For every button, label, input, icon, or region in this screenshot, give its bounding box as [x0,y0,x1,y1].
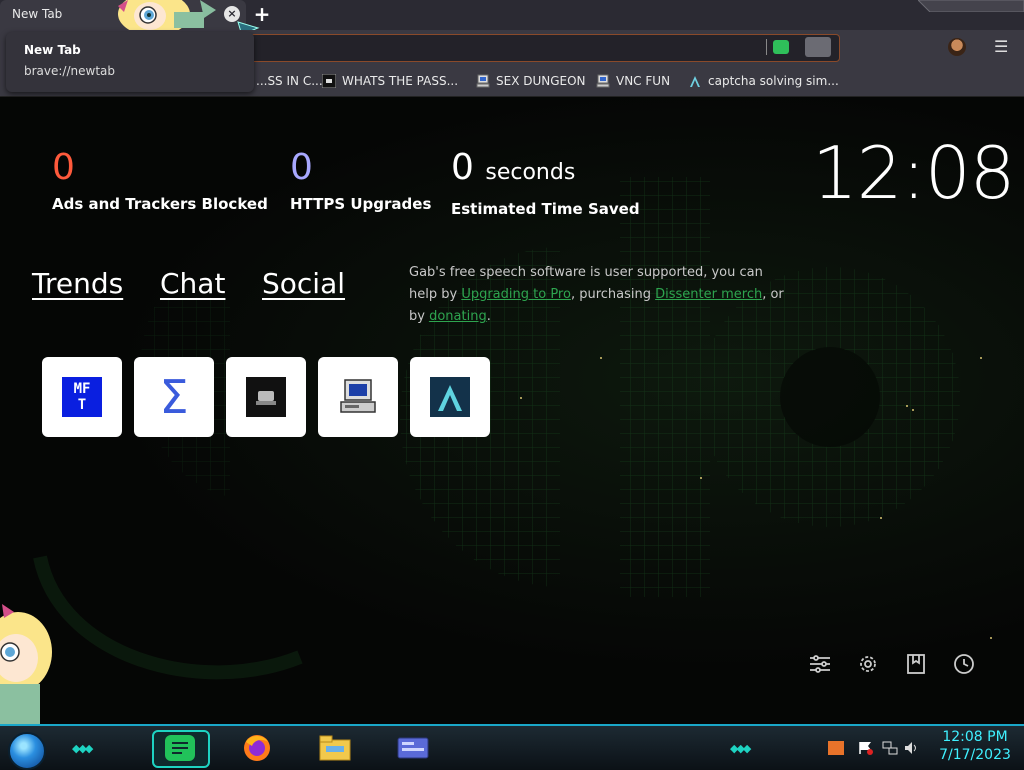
new-tab-button[interactable]: + [252,4,272,24]
mascot-sticker-left [0,604,52,724]
top-site-tile-monitor[interactable] [226,357,306,437]
computer-logo-icon [340,379,376,413]
notification-tray-icon[interactable] [828,741,844,755]
monitor-icon [322,74,336,88]
trends-link[interactable]: Trends [32,267,123,300]
tab-new-tab[interactable]: New Tab × [0,0,246,30]
url-separator [766,39,767,55]
bookmark-label: ...SS IN C... [256,74,323,88]
history-icon[interactable] [952,652,976,676]
captcha-logo-icon [430,377,470,417]
bookmark-item[interactable]: captcha solving sim... [688,72,839,90]
top-site-tile-mft[interactable]: MF T [42,357,122,437]
network-icon[interactable] [882,741,898,755]
volume-icon[interactable] [904,741,920,755]
system-time: 12:08 PM [942,729,1008,745]
taskbar-item-chat[interactable] [152,730,210,768]
firefox-icon[interactable] [240,732,274,764]
ads-blocked-count: 0 [52,147,75,188]
system-clock[interactable]: 12:08 PM 7/17/2023 [930,728,1020,764]
support-message: Gab's free speech software is user suppo… [409,262,787,328]
chat-app-icon [165,735,195,761]
profile-avatar[interactable] [948,38,966,56]
https-upgrades-stat: 0 HTTPS Upgrades [290,147,431,213]
top-site-tile-computer[interactable] [318,357,398,437]
bookmark-label: captcha solving sim... [708,74,839,88]
taskbar-decoration: ◆◆◆ [72,742,93,755]
start-button[interactable] [8,732,46,770]
bookmarks-icon[interactable] [904,652,928,676]
bookmark-item[interactable]: WHATS THE PASS... [322,72,458,90]
social-link[interactable]: Social [262,267,345,300]
action-center-flag-icon[interactable] [858,741,874,755]
top-site-tile-sigma[interactable]: Σ [134,357,214,437]
bookmark-label: VNC FUN [616,74,671,88]
new-tab-page: 0 Ads and Trackers Blocked 0 HTTPS Upgra… [0,97,1024,724]
taskbar: ◆◆◆ ◆◆◆ 12:08 PM 7/17/2023 [0,724,1024,770]
upgrade-pro-link[interactable]: Upgrading to Pro [461,287,571,302]
window-manager-icon[interactable] [396,732,430,764]
tooltip-title: New Tab [24,43,81,57]
support-text-2: , purchasing [570,287,656,302]
chat-link[interactable]: Chat [160,267,225,300]
address-bar[interactable] [240,34,840,62]
mascot-sticker [118,0,216,30]
https-upgrades-label: HTTPS Upgrades [290,195,432,213]
donating-link[interactable]: donating [429,309,487,324]
time-saved-stat: 0 seconds Estimated Time Saved [451,147,640,218]
ads-blocked-stat: 0 Ads and Trackers Blocked [52,147,268,213]
bookmark-item[interactable]: VNC FUN [596,72,670,90]
tab-title: New Tab [12,7,63,21]
tab-tooltip: New Tab brave://newtab [6,32,254,92]
menu-icon[interactable]: ☰ [994,37,1008,56]
computer-icon [476,74,490,88]
monitor-logo-icon [246,377,286,417]
bookmark-label: SEX DUNGEON [496,74,586,88]
time-saved-value: 0 seconds [451,147,640,194]
time-saved-unit: seconds [485,160,576,185]
computer-icon [596,74,610,88]
customize-sliders-icon[interactable] [808,652,832,676]
clock: 12:08 [812,131,1015,215]
window-decoration [918,0,1024,12]
chat-extension-icon[interactable] [773,40,789,54]
file-explorer-icon[interactable] [318,732,352,764]
time-saved-label: Estimated Time Saved [451,200,640,218]
arrow-up-icon [690,76,700,87]
support-text-4: . [486,309,491,324]
brave-shield-icon[interactable] [805,37,831,57]
taskbar-decoration: ◆◆◆ [730,742,751,755]
top-site-tile-captcha[interactable] [410,357,490,437]
dissenter-merch-link[interactable]: Dissenter merch [655,287,762,302]
settings-gear-icon[interactable] [856,652,880,676]
sigma-logo-icon: Σ [159,370,189,424]
tab-strip: New Tab × + [0,0,1024,44]
bookmark-item[interactable]: SEX DUNGEON [476,72,586,90]
https-upgrades-count: 0 [290,147,313,188]
bookmark-item[interactable]: ...SS IN C... [256,72,323,90]
time-saved-count: 0 [451,147,474,188]
ads-blocked-label: Ads and Trackers Blocked [52,195,268,213]
system-date: 7/17/2023 [939,747,1011,763]
mft-logo-icon: MF T [62,377,102,417]
bookmark-label: WHATS THE PASS... [342,74,459,88]
tooltip-url: brave://newtab [24,64,115,78]
